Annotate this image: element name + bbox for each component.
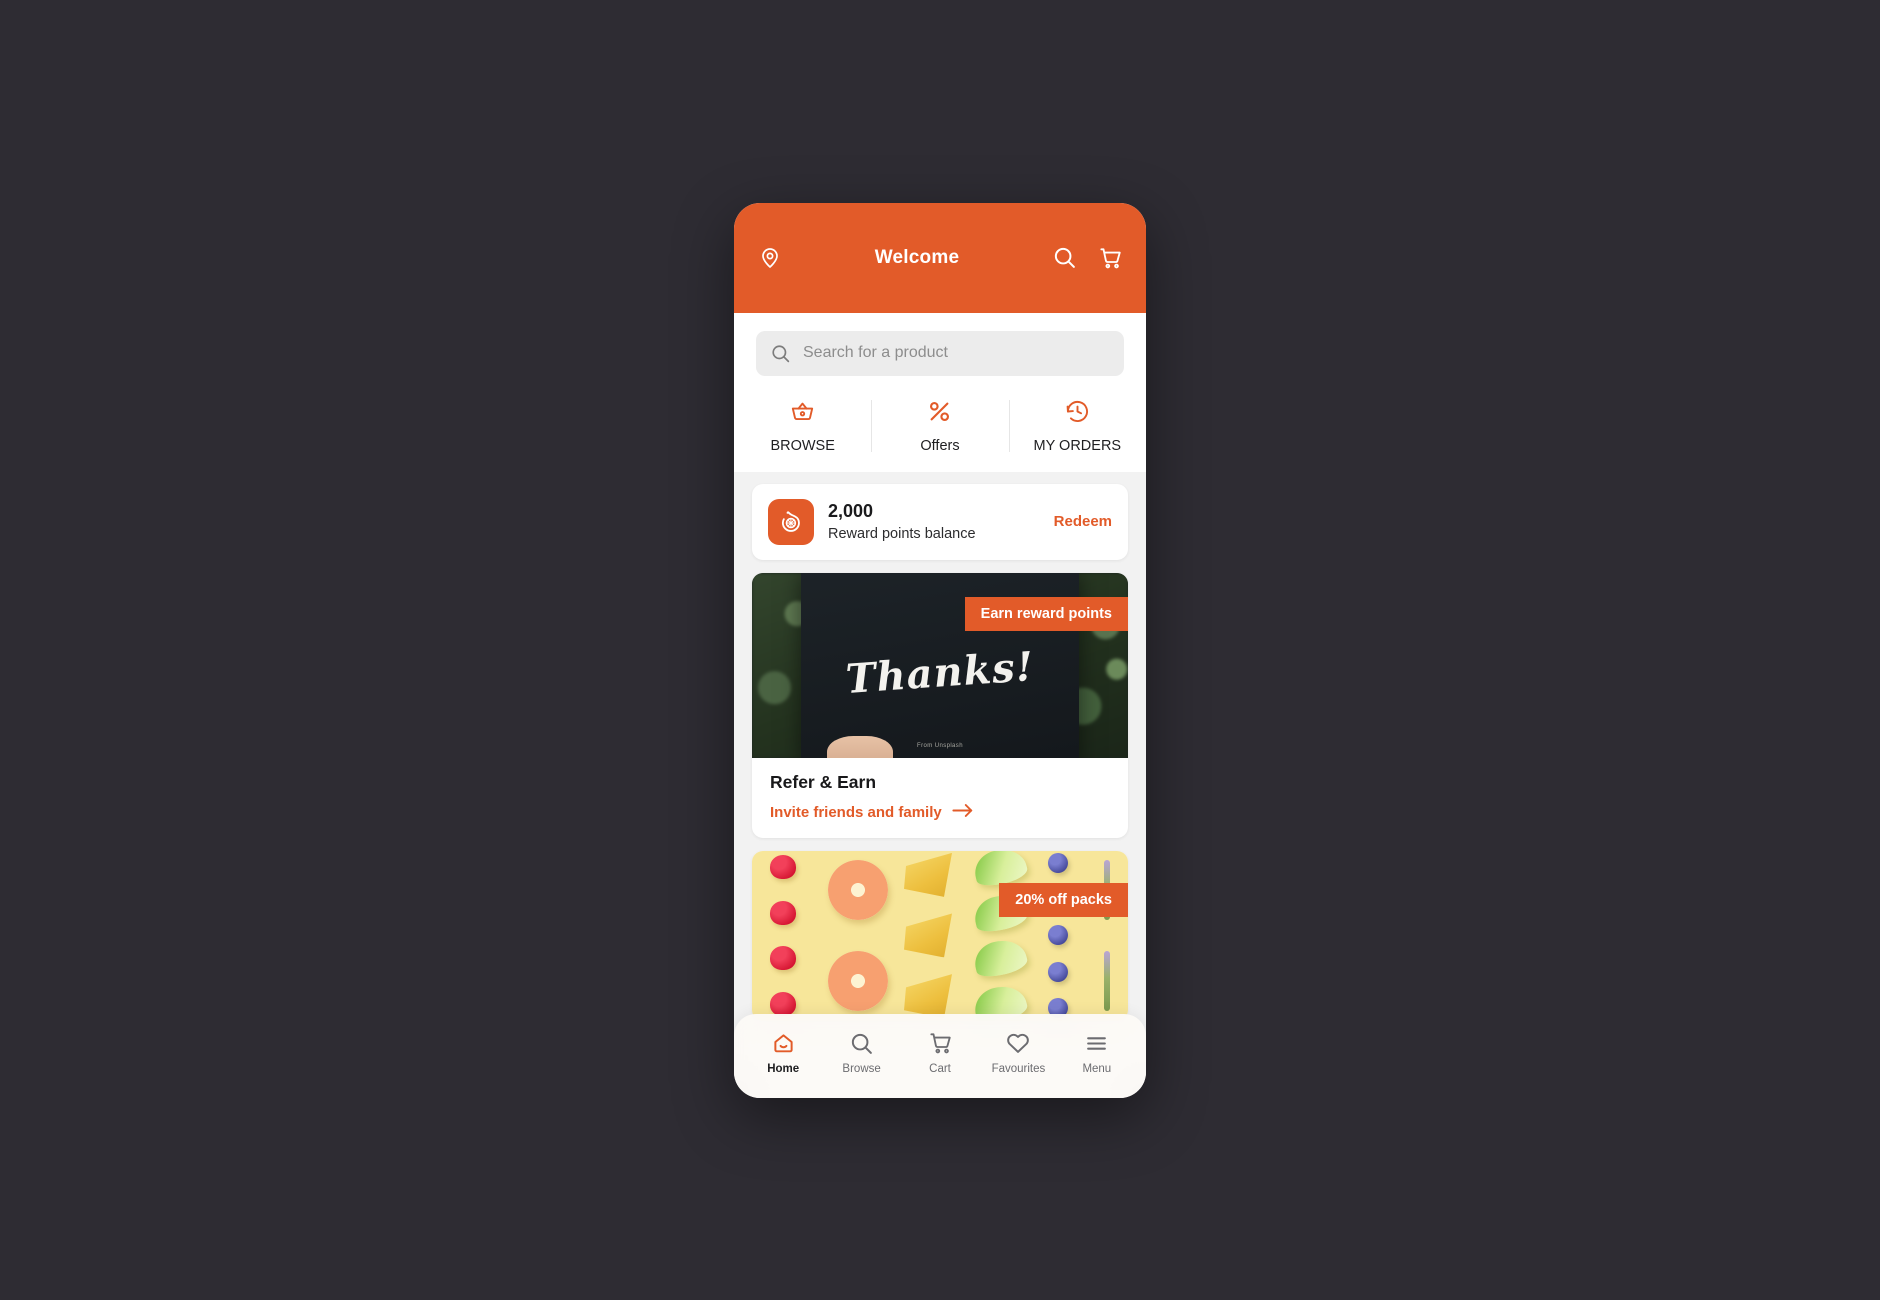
invite-link-label: Invite friends and family [770, 803, 942, 821]
search-icon [849, 1031, 874, 1056]
home-icon [771, 1031, 796, 1056]
search-icon[interactable] [1050, 244, 1078, 272]
lime-column [970, 850, 1030, 1021]
earn-reward-points-badge: Earn reward points [964, 596, 1128, 631]
quick-action-label: BROWSE [770, 437, 835, 454]
nav-label: Cart [929, 1063, 951, 1075]
nav-label: Home [767, 1062, 800, 1075]
refer-banner-photo: Thanks! From Unsplash Earn reward points [752, 572, 1128, 758]
page-title: Welcome [874, 246, 960, 268]
app-header: Welcome [734, 202, 1146, 313]
search-input[interactable] [803, 344, 1110, 362]
reward-points-value: 2,000 [828, 501, 874, 522]
fruit-flatlay-banner: 20% off packs [752, 850, 1128, 1021]
pineapple-wedge-icon [904, 852, 952, 897]
nav-item-home[interactable]: Home [744, 1031, 822, 1075]
header-actions [1050, 244, 1124, 272]
heart-icon [1005, 1030, 1031, 1056]
quick-action-browse[interactable]: BROWSE [734, 398, 871, 454]
refer-card-title: Refer & Earn [770, 771, 877, 792]
grapefruit-column [828, 851, 888, 1021]
phone-frame: Welcome Search for a product BROWSE Offe… [734, 202, 1146, 1098]
redeem-button[interactable]: Redeem [1046, 513, 1112, 530]
raspberry-icon [770, 855, 796, 880]
raspberry-icon [770, 991, 796, 1016]
location-pin-icon[interactable] [756, 244, 784, 272]
quick-action-offers[interactable]: Offers [871, 398, 1008, 454]
offer-banner-card[interactable]: 20% off packs [752, 850, 1128, 1021]
search-bar[interactable] [756, 330, 1124, 376]
grapefruit-slice-icon [828, 860, 888, 920]
nav-label: Browse [842, 1062, 881, 1075]
grapefruit-slice-icon [828, 951, 888, 1011]
content-cards: 2,000 Reward points balance Redeem Thank… [734, 471, 1146, 1021]
refer-card-body: Refer & Earn Invite friends and family [752, 758, 1128, 838]
nav-item-cart[interactable]: Cart [901, 1030, 979, 1075]
search-section [734, 312, 1146, 376]
screen-content: BROWSE Offers [734, 312, 1146, 1098]
nav-item-menu[interactable]: Menu [1058, 1031, 1136, 1075]
lavender-column [1104, 851, 1110, 1021]
raspberry-column [770, 851, 796, 1021]
reward-text-group: 2,000 Reward points balance [828, 499, 1032, 544]
nav-label: Favourites [991, 1063, 1046, 1075]
pineapple-wedge-icon [904, 913, 952, 958]
bottom-navigation-bar: Home Browse Cart Favourites Menu [734, 1013, 1146, 1098]
raspberry-icon [770, 900, 796, 925]
thanks-handwriting-text: Thanks! [844, 643, 1036, 704]
pineapple-column [904, 851, 954, 1021]
reward-points-card[interactable]: 2,000 Reward points balance Redeem [752, 483, 1128, 560]
blueberry-column [1048, 851, 1068, 1021]
quick-action-label: Offers [920, 437, 960, 454]
shopping-cart-icon [927, 1030, 953, 1056]
blueberry-icon [1048, 925, 1068, 946]
lavender-sprig-icon [1104, 951, 1110, 1011]
shopping-basket-icon [789, 398, 816, 425]
search-icon [770, 343, 791, 364]
nav-item-favourites[interactable]: Favourites [979, 1030, 1057, 1075]
quick-action-label: MY ORDERS [1033, 437, 1122, 454]
reward-points-caption: Reward points balance [828, 525, 976, 542]
percent-discount-icon [926, 398, 953, 425]
refer-and-earn-card[interactable]: Thanks! From Unsplash Earn reward points… [752, 572, 1128, 838]
shopping-cart-icon[interactable] [1096, 244, 1124, 272]
hamburger-menu-icon [1084, 1031, 1109, 1056]
invite-friends-link[interactable]: Invite friends and family [770, 803, 1110, 822]
blueberry-icon [1048, 852, 1068, 873]
hand-holding-card [827, 735, 894, 758]
lime-wedge-icon [970, 935, 1030, 982]
quick-actions-row: BROWSE Offers MY ORDERS [734, 375, 1146, 472]
nav-label: Menu [1082, 1062, 1112, 1075]
blueberry-icon [1048, 961, 1068, 982]
pineapple-wedge-icon [904, 974, 952, 1019]
raspberry-icon [770, 946, 796, 971]
brand-b-logo-icon [768, 498, 814, 545]
clock-history-icon [1064, 398, 1091, 425]
photo-credit: From Unsplash [917, 742, 963, 749]
arrow-right-icon [952, 803, 974, 822]
nav-item-browse[interactable]: Browse [822, 1031, 900, 1075]
discount-badge: 20% off packs [999, 882, 1128, 917]
quick-action-my-orders[interactable]: MY ORDERS [1008, 398, 1146, 454]
